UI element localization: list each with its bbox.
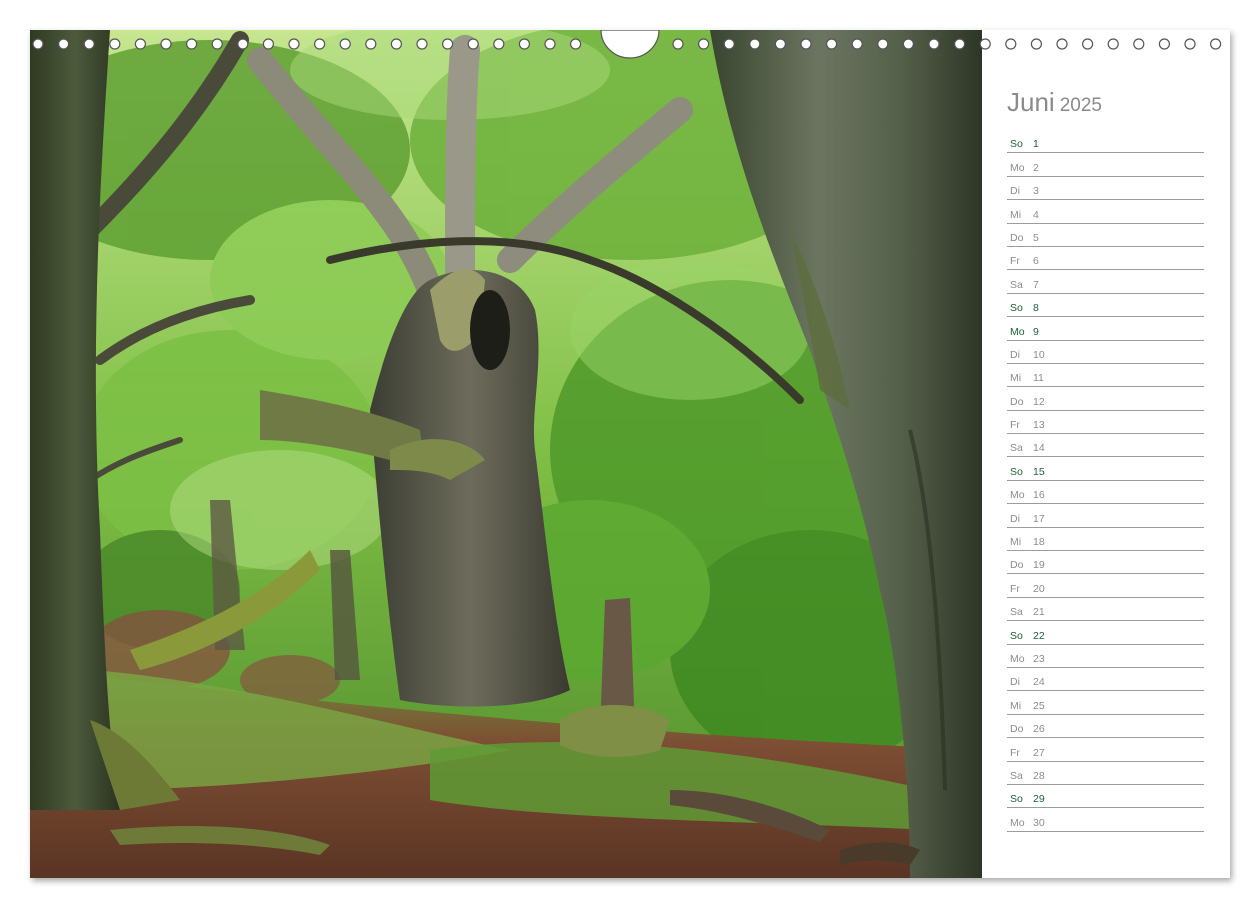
day-name: Mo	[1010, 489, 1025, 502]
day-name: Sa	[1010, 442, 1023, 455]
day-name: Sa	[1010, 769, 1023, 782]
day-row: Mi 11	[1007, 364, 1204, 388]
day-row: So 29	[1007, 785, 1204, 809]
day-number: 19	[1033, 559, 1045, 572]
day-row: So 22	[1007, 621, 1204, 645]
forest-photo	[30, 30, 982, 878]
day-number: 13	[1033, 419, 1045, 432]
day-number: 9	[1033, 325, 1039, 338]
day-number: 14	[1033, 442, 1045, 455]
day-name: So	[1010, 302, 1023, 315]
day-number: 18	[1033, 536, 1045, 549]
day-number: 5	[1033, 231, 1039, 244]
day-name: Di	[1010, 185, 1020, 198]
day-number: 4	[1033, 208, 1039, 221]
day-row: Fr 20	[1007, 574, 1204, 598]
day-name: Di	[1010, 676, 1020, 689]
day-row: Mi 18	[1007, 528, 1204, 552]
day-number: 8	[1033, 302, 1039, 315]
day-number: 25	[1033, 699, 1045, 712]
day-row: Di 17	[1007, 504, 1204, 528]
day-name: Sa	[1010, 278, 1023, 291]
day-row: Mo 30	[1007, 808, 1204, 832]
day-name: Mi	[1010, 372, 1022, 385]
day-name: Di	[1010, 348, 1020, 361]
day-row: So 8	[1007, 294, 1204, 318]
day-number: 22	[1033, 629, 1045, 642]
day-name: Mo	[1010, 652, 1025, 665]
day-name: Mo	[1010, 161, 1025, 174]
day-name: Mo	[1010, 816, 1025, 829]
day-row: Fr 6	[1007, 247, 1204, 271]
day-name: Mo	[1010, 325, 1025, 338]
day-name: So	[1010, 138, 1023, 151]
day-name: Mi	[1010, 208, 1022, 221]
day-number: 20	[1033, 582, 1045, 595]
day-number: 12	[1033, 395, 1045, 408]
day-number: 28	[1033, 769, 1045, 782]
day-number: 6	[1033, 255, 1039, 268]
day-number: 30	[1033, 816, 1045, 829]
day-number: 2	[1033, 161, 1039, 174]
day-row: Mo 23	[1007, 645, 1204, 668]
day-name: So	[1010, 629, 1023, 642]
day-row: Mo 16	[1007, 481, 1204, 505]
day-number: 17	[1033, 512, 1045, 525]
day-row: Do 26	[1007, 715, 1204, 739]
day-number: 27	[1033, 746, 1045, 759]
day-number: 15	[1033, 465, 1045, 478]
day-name: Fr	[1010, 255, 1020, 268]
day-row: Do 12	[1007, 387, 1204, 411]
day-name: Mi	[1010, 536, 1022, 549]
day-number: 7	[1033, 278, 1039, 291]
day-number: 16	[1033, 489, 1045, 502]
day-row: Fr 27	[1007, 738, 1204, 762]
day-row: Mi 4	[1007, 200, 1204, 224]
day-number: 3	[1033, 185, 1039, 198]
day-row: Di 3	[1007, 177, 1204, 201]
day-row: So 15	[1007, 457, 1204, 481]
day-name: Do	[1010, 723, 1024, 736]
day-number: 1	[1033, 138, 1039, 151]
day-name: Do	[1010, 231, 1024, 244]
day-row: Mo 2	[1007, 153, 1204, 177]
day-name: So	[1010, 793, 1023, 806]
month-title: Juni 2025	[1007, 87, 1102, 118]
day-number: 11	[1033, 372, 1044, 385]
day-row: Mi 25	[1007, 691, 1204, 715]
day-row: Fr 13	[1007, 411, 1204, 435]
day-number: 23	[1033, 652, 1045, 665]
day-list: So 1 Mo 2 Di 3 Mi 4 Do 5 Fr 6 Sa 7 So 8 Mo 9 Di 10 Mi 11 Do 12 F…	[1007, 130, 1204, 832]
day-row: Sa 7	[1007, 270, 1204, 294]
day-number: 21	[1033, 606, 1045, 619]
calendar-page: Juni 2025 So 1 Mo 2 Di 3 Mi 4 Do 5 Fr 6 Sa 7 So 8 Mo 9 Di 10…	[30, 30, 1230, 878]
day-row: Do 5	[1007, 224, 1204, 247]
day-number: 29	[1033, 793, 1045, 806]
day-row: Di 10	[1007, 341, 1204, 364]
day-row: So 1	[1007, 130, 1204, 154]
day-name: Fr	[1010, 419, 1020, 432]
day-name: Mi	[1010, 699, 1022, 712]
day-number: 10	[1033, 348, 1045, 361]
day-row: Sa 21	[1007, 598, 1204, 622]
day-name: So	[1010, 465, 1023, 478]
day-name: Do	[1010, 395, 1024, 408]
day-row: Mo 9	[1007, 317, 1204, 341]
year-label: 2025	[1059, 95, 1102, 116]
day-number: 26	[1033, 723, 1045, 736]
day-row: Sa 28	[1007, 762, 1204, 785]
day-name: Sa	[1010, 606, 1023, 619]
day-row: Do 19	[1007, 551, 1204, 575]
calendar-panel: Juni 2025 So 1 Mo 2 Di 3 Mi 4 Do 5 Fr 6 Sa 7 So 8 Mo 9 Di 10…	[982, 30, 1230, 878]
day-name: Fr	[1010, 582, 1020, 595]
month-name: Juni	[1007, 87, 1055, 117]
day-row: Di 24	[1007, 668, 1204, 692]
day-row: Sa 14	[1007, 434, 1204, 458]
day-name: Fr	[1010, 746, 1020, 759]
day-number: 24	[1033, 676, 1045, 689]
day-name: Do	[1010, 559, 1024, 572]
day-name: Di	[1010, 512, 1020, 525]
